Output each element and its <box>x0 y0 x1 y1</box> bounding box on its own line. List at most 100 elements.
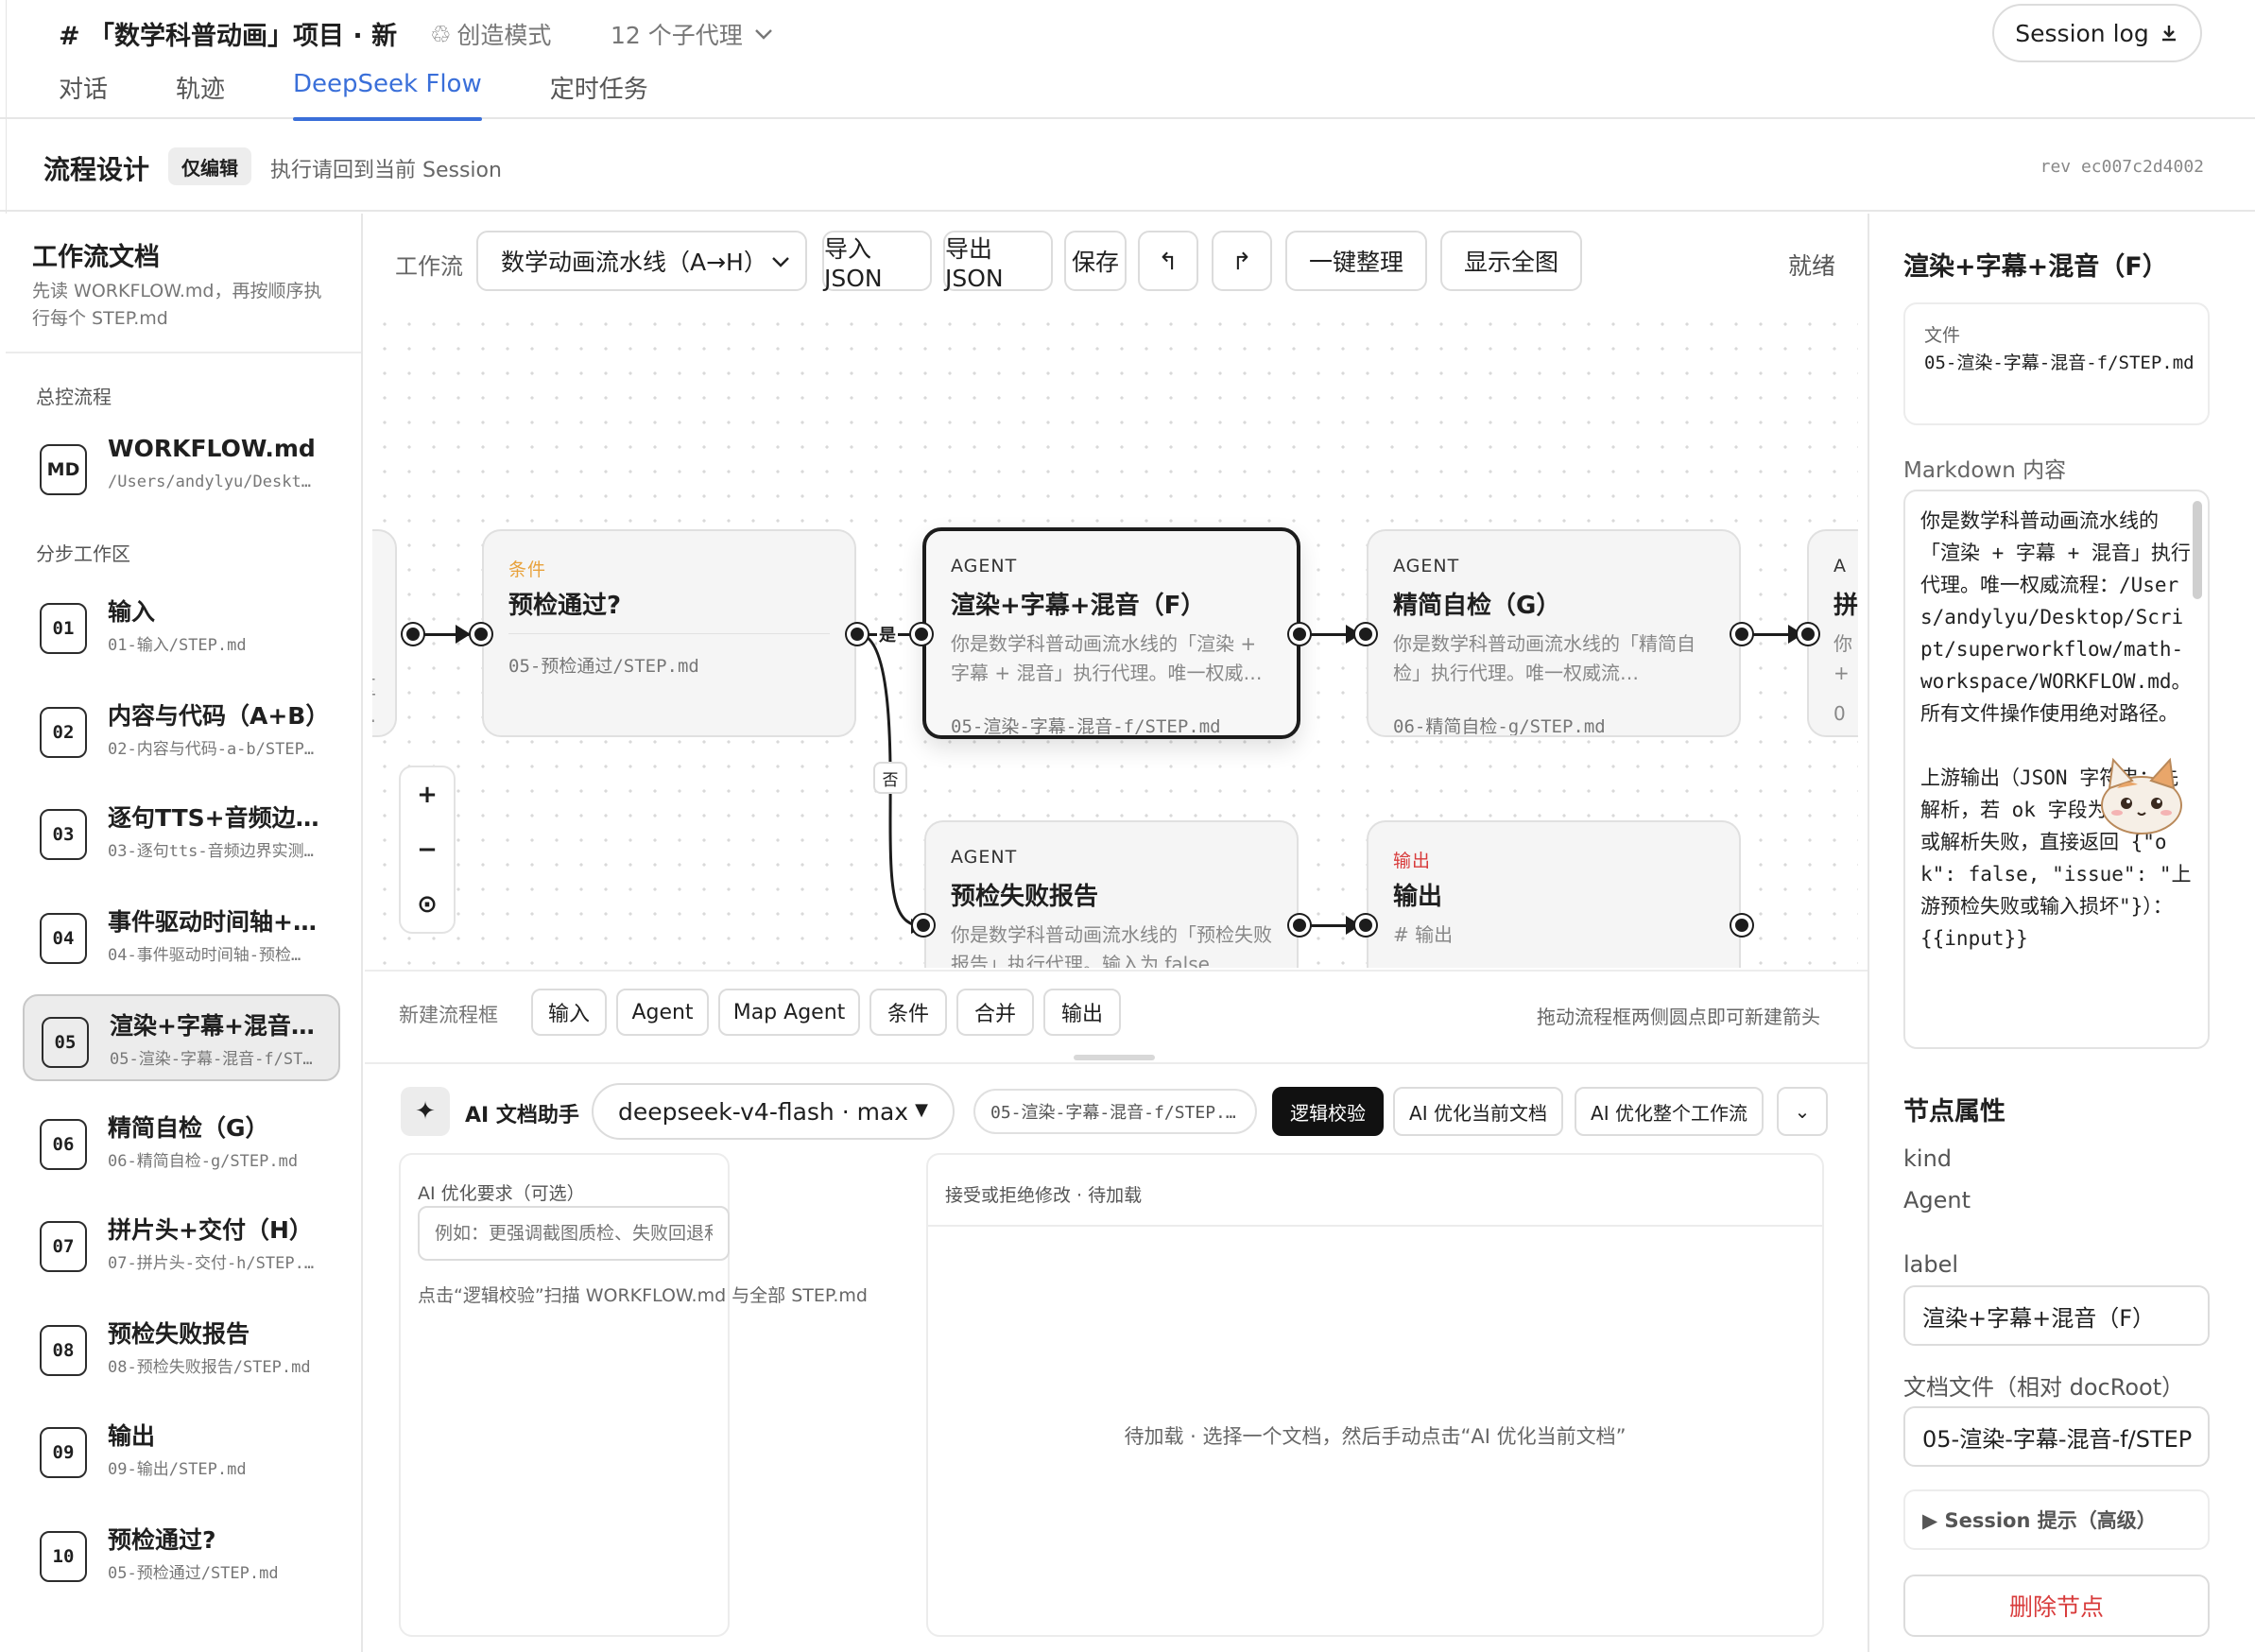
design-hint: 执行请回到当前 Session <box>270 159 502 182</box>
add-condition-button[interactable]: 条件 <box>869 989 947 1036</box>
model-value: deepseek-v4-flash · max <box>618 1097 909 1126</box>
markdown-editor[interactable]: 你是数学科普动画流水线的「渲染 + 字幕 + 混音」执行代理。唯一权威流程：/U… <box>1903 490 2210 1049</box>
cat-mascot-icon <box>2101 757 2182 835</box>
optimize-doc-button[interactable]: AI 优化当前文档 <box>1393 1087 1563 1136</box>
step-item-01[interactable]: 01 输入 01-输入/STEP.md <box>23 582 340 669</box>
step-number: 06 <box>40 1119 87 1170</box>
step-path: 02-内容与代码-a-b/STEP… <box>108 740 315 759</box>
undo-button[interactable]: ↰ <box>1138 231 1198 291</box>
workflow-master-item[interactable]: MD WORKFLOW.md /Users/andylyu/Deskt… <box>23 423 340 510</box>
label-input[interactable]: 渲染+字幕+混音（F） <box>1903 1285 2210 1346</box>
resize-handle[interactable] <box>1074 1055 1155 1060</box>
port-handle[interactable] <box>1355 624 1376 645</box>
port-handle[interactable] <box>847 624 868 645</box>
new-node-hint: 拖动流程框两侧圆点即可新建箭头 <box>1537 1006 1820 1028</box>
scrollbar[interactable] <box>2193 501 2202 599</box>
step-item-02[interactable]: 02 内容与代码（A+B） 02-内容与代码-a-b/STEP… <box>23 686 340 773</box>
port-handle[interactable] <box>1798 624 1818 645</box>
zoom-in-button[interactable]: + <box>401 767 454 822</box>
step-name: 逐句TTS+音频边界… <box>108 804 335 832</box>
optimize-request-input[interactable] <box>418 1206 730 1261</box>
port-handle[interactable] <box>471 624 491 645</box>
optimize-flow-button[interactable]: AI 优化整个工作流 <box>1575 1087 1764 1136</box>
ai-title: AI 文档助手 <box>465 1104 579 1127</box>
port-handle[interactable] <box>1731 915 1752 936</box>
markdown-content[interactable]: 你是数学科普动画流水线的「渲染 + 字幕 + 混音」执行代理。唯一权威流程：/U… <box>1920 505 2195 955</box>
zoom-out-button[interactable]: − <box>401 822 454 877</box>
new-node-label: 新建流程框 <box>399 1004 498 1026</box>
add-output-button[interactable]: 输出 <box>1043 989 1121 1036</box>
port-handle[interactable] <box>1731 624 1752 645</box>
step-number: 04 <box>40 913 87 964</box>
step-item-09[interactable]: 09 输出 09-输出/STEP.md <box>23 1406 340 1493</box>
step-item-06[interactable]: 06 精简自检（G） 06-精简自检-g/STEP.md <box>23 1098 340 1185</box>
step-path: 06-精简自检-g/STEP.md <box>108 1152 299 1171</box>
step-name: 内容与代码（A+B） <box>108 702 330 730</box>
md-file-icon: MD <box>40 444 87 495</box>
export-json-button[interactable]: 导出 JSON <box>943 231 1053 292</box>
step-item-04[interactable]: 04 事件驱动时间轴+预… 04-事件驱动时间轴-预检… <box>23 892 340 979</box>
auto-arrange-button[interactable]: 一键整理 <box>1285 231 1427 291</box>
logic-check-button[interactable]: 逻辑校验 <box>1272 1087 1384 1136</box>
chevron-down-icon[interactable]: ⌄ <box>1777 1087 1828 1136</box>
add-agent-button[interactable]: Agent <box>616 989 709 1036</box>
mode-label: 创造模式 <box>456 22 552 49</box>
agents-dropdown[interactable]: 12 个子代理 <box>611 17 773 51</box>
port-handle[interactable] <box>403 624 423 645</box>
fit-view-icon[interactable]: ⊙ <box>401 877 454 932</box>
edge-label-yes: 是 <box>877 622 898 646</box>
sidebar-description: 先读 WORKFLOW.md，再按顺序执行每个 STEP.md <box>32 281 322 329</box>
port-handle[interactable] <box>1289 624 1310 645</box>
ai-request-panel: AI 优化要求（可选） 点击“逻辑校验”扫描 WORKFLOW.md 与全部 S… <box>399 1153 868 1637</box>
add-input-button[interactable]: 输入 <box>531 989 607 1036</box>
step-item-07[interactable]: 07 拼片头+交付（H） 07-拼片头-交付-h/STEP.… <box>23 1200 340 1287</box>
design-title: 流程设计 <box>43 154 150 185</box>
port-handle[interactable] <box>911 624 932 645</box>
workflow-select[interactable]: 数学动画流水线（A→H） <box>476 231 807 291</box>
tab-trace[interactable]: 轨迹 <box>176 70 225 119</box>
fit-view-button[interactable]: 显示全图 <box>1440 231 1582 291</box>
step-item-03[interactable]: 03 逐句TTS+音频边界… 03-逐句tts-音频边界实测… <box>23 788 340 875</box>
tab-chat[interactable]: 对话 <box>59 70 108 119</box>
current-doc-pill[interactable]: 05-渲染-字幕-混音-f/STEP.… <box>973 1089 1257 1134</box>
tab-scheduled[interactable]: 定时任务 <box>550 70 648 119</box>
port-handle[interactable] <box>1289 915 1310 936</box>
step-name: 预检通过? <box>108 1526 216 1554</box>
caret-down-icon: ▼ <box>915 1100 928 1120</box>
flow-canvas[interactable]: 区 … 条件 预检通过? 05-预检通过/STEP.md AGENT 渲染+字幕… <box>372 312 1858 968</box>
doc-file-input[interactable]: 05-渲染-字幕-混音-f/STEP <box>1903 1406 2210 1467</box>
step-item-05[interactable]: 05 渲染+字幕+混音（… 05-渲染-字幕-混音-f/ST… <box>23 994 340 1081</box>
step-name: 预检失败报告 <box>108 1320 250 1348</box>
save-button[interactable]: 保存 <box>1064 231 1127 291</box>
step-number: 03 <box>40 809 87 860</box>
model-select[interactable]: deepseek-v4-flash · max ▼ <box>592 1083 955 1140</box>
delete-node-button[interactable]: 删除节点 <box>1903 1575 2210 1637</box>
review-title: 接受或拒绝修改 · 待加载 <box>945 1185 1143 1206</box>
port-handle[interactable] <box>1355 915 1376 936</box>
section-master-label: 总控流程 <box>36 386 112 408</box>
step-number: 01 <box>40 603 87 654</box>
step-name: 渲染+字幕+混音（… <box>110 1012 336 1040</box>
step-item-08[interactable]: 08 预检失败报告 08-预检失败报告/STEP.md <box>23 1304 340 1391</box>
main-tabs: 对话 轨迹 DeepSeek Flow 定时任务 <box>59 70 716 121</box>
add-map-agent-button[interactable]: Map Agent <box>718 989 860 1036</box>
redo-button[interactable]: ↱ <box>1212 231 1272 291</box>
step-item-10[interactable]: 10 预检通过? 05-预检通过/STEP.md <box>23 1510 340 1597</box>
step-name: 输入 <box>108 598 156 626</box>
edit-only-badge: 仅编辑 <box>168 147 251 185</box>
step-number: 09 <box>40 1427 87 1478</box>
workflow-label: 工作流 <box>395 253 463 280</box>
session-log-button[interactable]: Session log <box>1992 4 2202 62</box>
zoom-controls: + − ⊙ <box>399 766 456 934</box>
session-hint-toggle[interactable]: ▶ Session 提示（高级） <box>1903 1489 2210 1550</box>
add-merge-button[interactable]: 合并 <box>956 989 1034 1036</box>
tab-deepseek-flow[interactable]: DeepSeek Flow <box>293 70 482 121</box>
step-name: 事件驱动时间轴+预… <box>108 908 335 936</box>
import-json-button[interactable]: 导入 JSON <box>822 231 932 292</box>
recycle-icon: ♲ <box>430 20 452 48</box>
step-path: 03-逐句tts-音频边界实测… <box>108 842 314 861</box>
top-header: # 「数学科普动画」项目 · 新 ♲ 创造模式 12 个子代理 对话 轨迹 De… <box>0 0 2255 121</box>
file-value: 05-渲染-字幕-混音-f/STEP.md <box>1924 353 2195 373</box>
mode-selector[interactable]: ♲ 创造模式 <box>430 17 551 51</box>
port-handle[interactable] <box>913 915 934 936</box>
